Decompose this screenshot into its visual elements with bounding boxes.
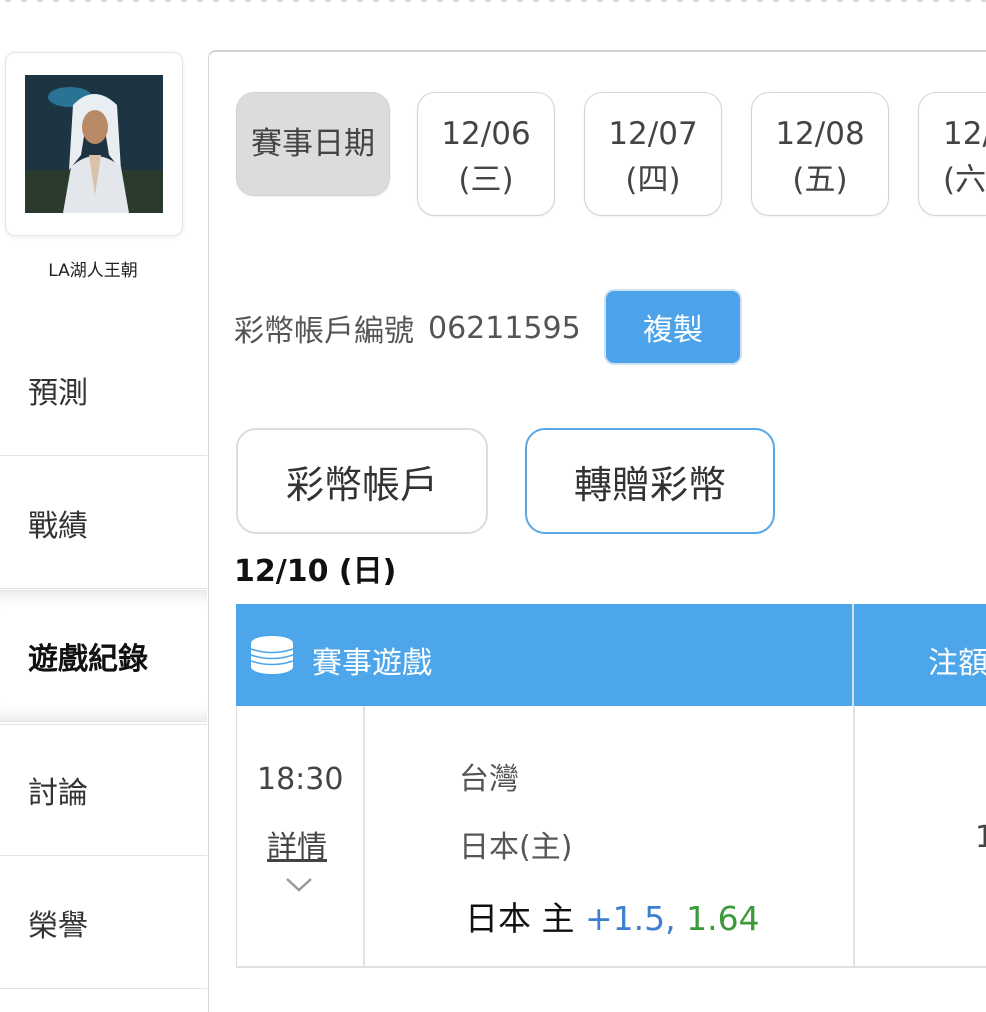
game-time: 18:30 (257, 762, 344, 797)
pick-odds: 1.64 (686, 899, 760, 938)
section-date: 12/10 (日) (234, 554, 397, 589)
team-away: 台灣 (459, 762, 519, 797)
table-header: 賽事遊戲 注額 (236, 604, 986, 706)
date-tab[interactable]: 12/ (六 (918, 92, 986, 216)
header-divider (852, 604, 854, 706)
avatar (25, 75, 163, 213)
pick-spread: +1.5, (585, 899, 676, 938)
pick-team: 日本 主 (465, 899, 575, 938)
column-header-amount: 注額 (928, 646, 986, 681)
account-number: 06211595 (428, 310, 581, 346)
nav-item-game-history[interactable]: 遊戲紀錄 (0, 590, 207, 722)
table-row: 18:30 詳情 台灣 日本(主) 日本 主 +1.5, 1.64 1 (236, 706, 986, 968)
date-tab[interactable]: 12/08 (五) (751, 92, 889, 216)
team-home: 日本(主) (459, 830, 573, 865)
nav-item-predict[interactable]: 預測 (0, 324, 207, 456)
nav-item-honors[interactable]: 榮譽 (0, 857, 207, 989)
pick-line: 日本 主 +1.5, 1.64 (465, 892, 760, 940)
copy-button[interactable]: 複製 (604, 289, 742, 365)
account-number-line: 彩幣帳戶編號 06211595 (234, 306, 581, 350)
detail-link[interactable]: 詳情 (267, 822, 327, 866)
bet-amount: 1 (975, 820, 986, 855)
username: LA湖人王朝 (48, 261, 138, 281)
column-header-game: 賽事遊戲 (312, 646, 432, 681)
nav-item-record[interactable]: 戰績 (0, 457, 207, 589)
coins-icon (250, 635, 294, 683)
top-dotted-border (0, 0, 986, 10)
date-tab[interactable]: 12/07 (四) (584, 92, 722, 216)
transfer-coins-button[interactable]: 轉贈彩幣 (525, 428, 775, 534)
row-divider (363, 706, 365, 966)
coin-account-button[interactable]: 彩幣帳戶 (236, 428, 488, 534)
chevron-down-icon[interactable] (285, 876, 313, 898)
nav-item-discussion[interactable]: 討論 (0, 724, 207, 856)
date-tab[interactable]: 12/06 (三) (417, 92, 555, 216)
account-label: 彩幣帳戶編號 (234, 314, 414, 349)
date-filter-label: 賽事日期 (236, 92, 390, 196)
row-divider (853, 706, 855, 966)
avatar-card[interactable] (5, 52, 183, 236)
